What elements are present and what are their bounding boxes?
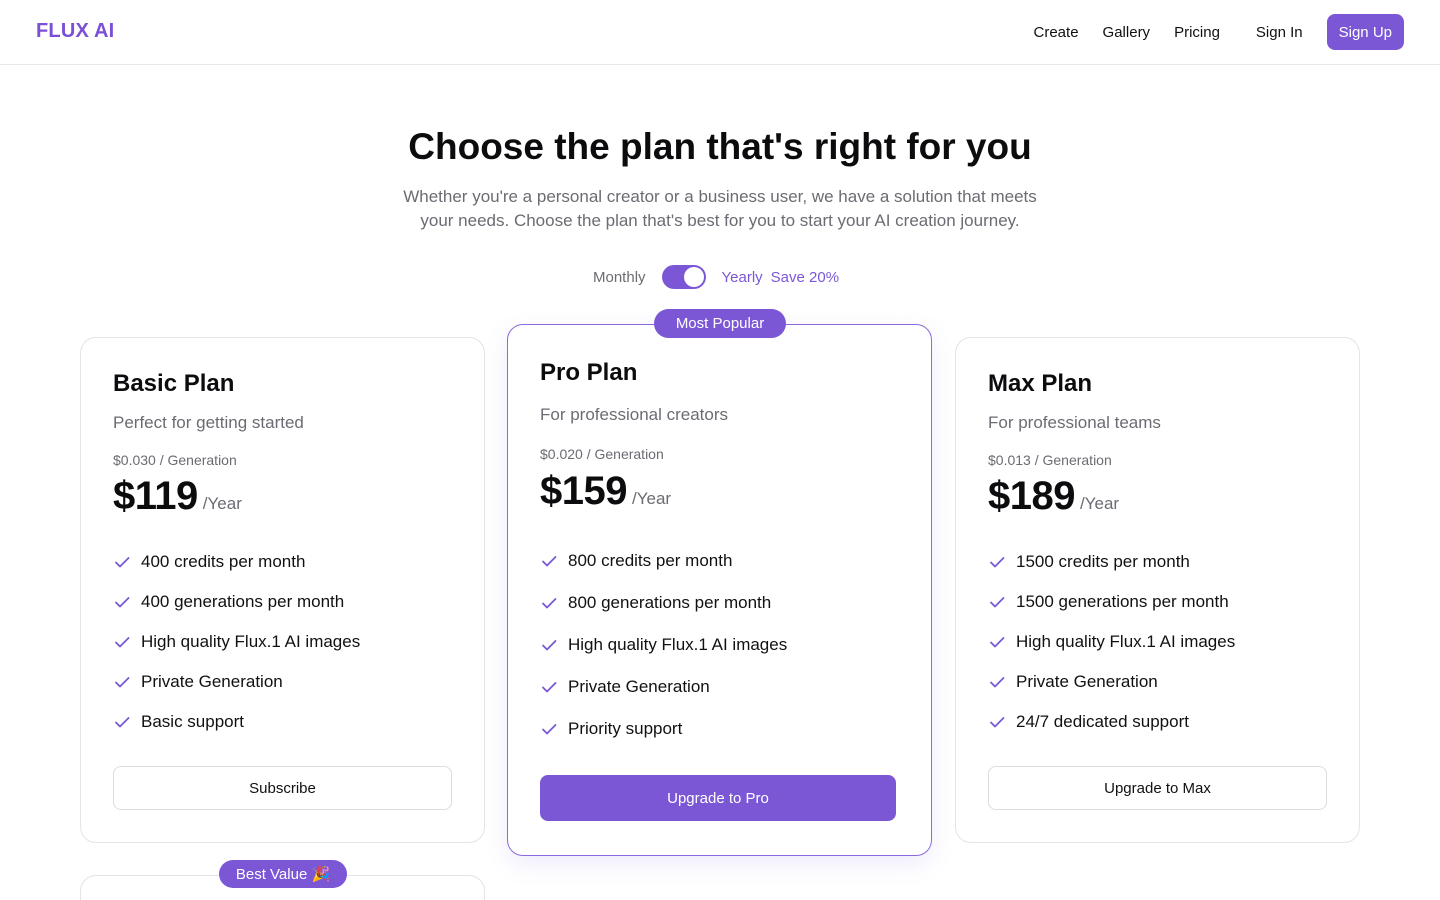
plan-price: $119 bbox=[113, 474, 198, 518]
check-icon bbox=[113, 713, 131, 731]
feature-label: Priority support bbox=[568, 719, 683, 738]
plan-card-basic: Basic Plan Perfect for getting started $… bbox=[80, 337, 485, 843]
nav-pricing-link[interactable]: Pricing bbox=[1174, 24, 1220, 41]
feature-item: 400 credits per month bbox=[113, 542, 360, 582]
feature-label: High quality Flux.1 AI images bbox=[568, 635, 788, 654]
feature-list: 1500 credits per month 1500 generations … bbox=[988, 542, 1235, 742]
nav-create-link[interactable]: Create bbox=[1034, 24, 1079, 41]
feature-label: 24/7 dedicated support bbox=[1016, 712, 1189, 731]
billing-switch[interactable] bbox=[661, 265, 706, 289]
plan-period: /Year bbox=[202, 494, 242, 513]
sign-up-button[interactable]: Sign Up bbox=[1326, 14, 1404, 50]
feature-label: 400 generations per month bbox=[141, 592, 345, 611]
feature-item: Private Generation bbox=[988, 662, 1235, 702]
check-icon bbox=[988, 553, 1006, 571]
plan-name: Pro Plan bbox=[540, 359, 638, 386]
check-icon bbox=[113, 553, 131, 571]
check-icon bbox=[540, 720, 558, 738]
upgrade-to-pro-button[interactable]: Upgrade to Pro bbox=[540, 775, 896, 821]
feature-label: 800 generations per month bbox=[568, 593, 772, 612]
feature-label: Private Generation bbox=[568, 677, 710, 696]
check-icon bbox=[988, 673, 1006, 691]
plan-rate: $0.030 / Generation bbox=[113, 452, 237, 468]
feature-item: High quality Flux.1 AI images bbox=[113, 622, 360, 662]
feature-label: Basic support bbox=[141, 712, 244, 731]
feature-item: 1500 credits per month bbox=[988, 542, 1235, 582]
feature-item: 24/7 dedicated support bbox=[988, 702, 1235, 742]
plan-description: For professional creators bbox=[540, 405, 729, 424]
feature-item: High quality Flux.1 AI images bbox=[988, 622, 1235, 662]
price-row: $189 /Year bbox=[988, 474, 1119, 519]
check-icon bbox=[540, 552, 558, 570]
best-value-badge: Best Value 🎉 bbox=[219, 860, 347, 888]
switch-knob bbox=[683, 267, 704, 287]
plan-description: For professional teams bbox=[988, 413, 1161, 432]
plan-period: /Year bbox=[1079, 494, 1120, 513]
feature-item: 400 generations per month bbox=[113, 582, 360, 622]
sign-in-link[interactable]: Sign In bbox=[1256, 24, 1303, 41]
feature-item: Priority support bbox=[540, 708, 787, 750]
plan-name: Basic Plan bbox=[113, 370, 235, 397]
check-icon bbox=[988, 633, 1006, 651]
plan-period: /Year bbox=[631, 489, 672, 508]
feature-label: High quality Flux.1 AI images bbox=[141, 632, 361, 651]
check-icon bbox=[540, 636, 558, 654]
feature-item: 1500 generations per month bbox=[988, 582, 1235, 622]
plan-rate: $0.013 / Generation bbox=[988, 452, 1112, 468]
feature-item: 800 credits per month bbox=[540, 540, 787, 582]
plan-card-pro: Pro Plan For professional creators $0.02… bbox=[507, 324, 932, 856]
subscribe-button[interactable]: Subscribe bbox=[113, 766, 452, 810]
plan-price: $189 bbox=[988, 474, 1075, 518]
most-popular-badge: Most Popular bbox=[654, 309, 786, 338]
feature-list: 400 credits per month 400 generations pe… bbox=[113, 542, 360, 742]
billing-period-toggle: Monthly Yearly Save 20% bbox=[593, 264, 839, 290]
check-icon bbox=[988, 593, 1006, 611]
brand-logo[interactable]: FLUX AI bbox=[36, 20, 114, 43]
plan-name: Max Plan bbox=[988, 370, 1093, 397]
feature-list: 800 credits per month 800 generations pe… bbox=[540, 540, 787, 750]
check-icon bbox=[113, 593, 131, 611]
plan-rate: $0.020 / Generation bbox=[540, 446, 664, 462]
feature-item: 800 generations per month bbox=[540, 582, 787, 624]
feature-label: Private Generation bbox=[1016, 672, 1158, 691]
check-icon bbox=[113, 673, 131, 691]
top-navbar: FLUX AI Create Gallery Pricing Sign In S… bbox=[0, 0, 1440, 65]
check-icon bbox=[540, 678, 558, 696]
feature-item: Private Generation bbox=[113, 662, 360, 702]
feature-item: Private Generation bbox=[540, 666, 787, 708]
nav-links: Create Gallery Pricing Sign In Sign Up bbox=[1010, 14, 1404, 50]
monthly-label[interactable]: Monthly bbox=[593, 269, 646, 286]
check-icon bbox=[540, 594, 558, 612]
check-icon bbox=[988, 713, 1006, 731]
yearly-label[interactable]: Yearly bbox=[722, 269, 763, 286]
plan-price: $159 bbox=[540, 469, 627, 513]
price-row: $119 /Year bbox=[113, 474, 242, 519]
upgrade-to-max-button[interactable]: Upgrade to Max bbox=[988, 766, 1327, 810]
feature-label: 1500 generations per month bbox=[1016, 592, 1229, 611]
page-subtitle: Whether you're a personal creator or a b… bbox=[403, 187, 1037, 230]
plan-card-max: Max Plan For professional teams $0.013 /… bbox=[955, 337, 1360, 843]
nav-gallery-link[interactable]: Gallery bbox=[1103, 24, 1151, 41]
feature-label: 800 credits per month bbox=[568, 551, 733, 570]
plan-description: Perfect for getting started bbox=[113, 413, 304, 432]
page-title: Choose the plan that's right for you bbox=[408, 126, 1032, 167]
feature-label: Private Generation bbox=[141, 672, 283, 691]
check-icon bbox=[113, 633, 131, 651]
feature-label: High quality Flux.1 AI images bbox=[1016, 632, 1236, 651]
feature-label: 400 credits per month bbox=[141, 552, 306, 571]
feature-label: 1500 credits per month bbox=[1016, 552, 1190, 571]
feature-item: Basic support bbox=[113, 702, 360, 742]
save-discount-label: Save 20% bbox=[770, 268, 840, 286]
feature-item: High quality Flux.1 AI images bbox=[540, 624, 787, 666]
price-row: $159 /Year bbox=[540, 469, 671, 514]
